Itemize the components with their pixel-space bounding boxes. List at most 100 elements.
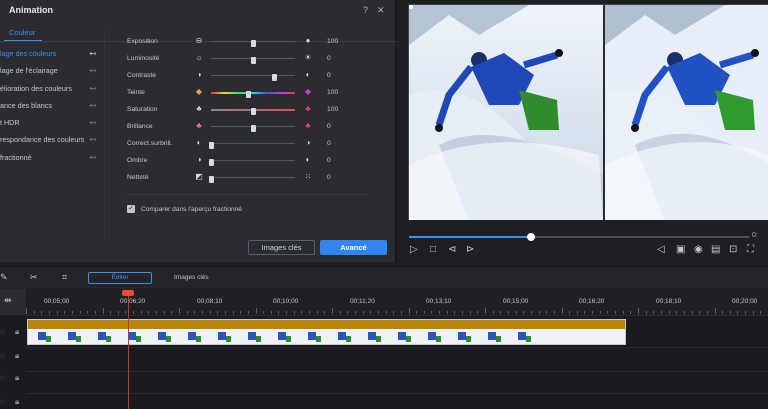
playhead-handle[interactable] [122, 290, 134, 296]
sun-high-icon: ☀ [304, 53, 312, 62]
reset-icon[interactable]: ↤ [89, 131, 96, 148]
subtitle-icon[interactable]: ▤ [711, 245, 720, 255]
slider-track[interactable] [211, 125, 295, 132]
close-icon[interactable]: ✕ [377, 5, 385, 16]
crop-handle[interactable] [409, 217, 413, 220]
reset-icon[interactable]: ↤ [89, 114, 96, 131]
timeline-keyframes-button[interactable]: Images clés [174, 274, 209, 281]
crop-handle[interactable] [409, 5, 413, 9]
category-item[interactable]: lage de l'éclairage ↤ [0, 62, 100, 79]
preview-adjusted [605, 5, 768, 220]
slider-thumb[interactable] [246, 91, 252, 98]
eye-icon[interactable]: ◌ [0, 351, 5, 360]
ruler-tick [630, 311, 632, 314]
scissors-icon[interactable]: ✂ [30, 272, 38, 283]
tab-couleur[interactable]: Couleur [9, 28, 35, 37]
slider-track[interactable] [211, 40, 295, 47]
fit-icon[interactable]: ⊡ [729, 245, 737, 255]
eye-icon[interactable]: ◌ [0, 397, 5, 406]
fullscreen-icon[interactable]: ⛶ [747, 245, 754, 255]
crop-icon[interactable]: ⌗ [62, 272, 67, 283]
clip-effect-bar [28, 320, 625, 329]
category-item[interactable]: respondance des couleurs ↤ [0, 131, 100, 148]
slider-track[interactable] [208, 176, 295, 183]
track-controls: ◌ 🔒︎ [0, 373, 26, 383]
ruler-tick [431, 311, 433, 314]
ruler-tick [324, 311, 326, 314]
category-item[interactable]: ance des blancs ↤ [0, 97, 100, 114]
reset-icon[interactable]: ↤ [89, 149, 96, 166]
slider-value: 0 [327, 72, 331, 79]
highlight-low-icon: ◐ [196, 138, 202, 147]
play-icon[interactable]: ▷ [410, 245, 418, 255]
pencil-icon[interactable]: ✎ [0, 272, 8, 283]
compare-label: Comparer dans l'aperçu fractionné [141, 206, 242, 213]
time-ruler[interactable]: 00;05;00 00;06;20 00;08;10 00;10;00 00;1… [26, 289, 768, 315]
progress-thumb[interactable] [527, 233, 536, 241]
dialog-title: Animation [9, 5, 53, 15]
video-clip[interactable] [27, 319, 626, 345]
ruler-tick [278, 311, 280, 314]
eye-icon[interactable]: ◌ [0, 373, 5, 382]
keyframes-button[interactable]: Images clés [248, 240, 315, 255]
ruler-tick [622, 311, 624, 314]
track-divider [26, 347, 768, 348]
record-icon[interactable]: ◉ [694, 245, 703, 255]
slider-thumb[interactable] [208, 142, 214, 149]
slider-thumb[interactable] [250, 125, 256, 132]
reset-icon[interactable]: ↤ [89, 80, 96, 97]
lock-icon[interactable]: 🔒︎ [15, 327, 19, 336]
edit-button[interactable]: Éditer [88, 272, 152, 284]
prev-frame-icon[interactable]: ⊲ [448, 245, 456, 255]
slider-thumb[interactable] [208, 176, 214, 183]
ruler-tick [729, 311, 731, 314]
reset-icon[interactable]: ↤ [89, 62, 96, 79]
tick-label: 00;05;00 [44, 298, 70, 305]
help-icon[interactable]: ? [363, 5, 368, 15]
slider-track[interactable] [211, 74, 295, 81]
lock-icon[interactable]: 🔒︎ [15, 373, 19, 382]
zoom-fit-control[interactable]: ⇹ [0, 289, 26, 315]
video-preview[interactable] [408, 4, 768, 220]
compare-checkbox[interactable]: ✓ [127, 205, 135, 213]
category-item[interactable]: fractionné ↤ [0, 149, 100, 166]
slider-thumb[interactable] [250, 40, 256, 47]
ruler-tick [293, 311, 295, 314]
lock-icon[interactable]: 🔒︎ [15, 397, 19, 406]
ruler-tick [553, 311, 555, 314]
shadow-high-icon: ◐ [305, 155, 311, 164]
slider-track[interactable] [208, 142, 295, 149]
lock-icon[interactable]: 🔒︎ [15, 351, 19, 360]
advanced-button[interactable]: Avancé [320, 240, 387, 255]
ruler-tick [56, 311, 58, 314]
ruler-tick [347, 311, 349, 314]
stop-icon[interactable]: □ [430, 245, 436, 255]
ruler-tick [194, 311, 196, 314]
slider-thumb[interactable] [271, 74, 277, 81]
snapshot-icon[interactable]: ▣ [676, 245, 685, 255]
ruler-tick [26, 308, 27, 314]
ruler-tick [530, 311, 532, 314]
slider-track[interactable] [211, 108, 295, 115]
ruler-tick [140, 311, 142, 314]
slider-thumb[interactable] [250, 57, 256, 64]
slider-track[interactable] [208, 159, 295, 166]
volume-icon[interactable]: ◁ [657, 245, 665, 255]
next-frame-icon[interactable]: ⊳ [466, 245, 474, 255]
category-item[interactable]: t HDR ↤ [0, 114, 100, 131]
slider-thumb[interactable] [250, 108, 256, 115]
reset-icon[interactable]: ↤ [89, 97, 96, 114]
slider-correct-surbrill: Correct.surbrill. ◐ ◑ 0 [127, 139, 357, 151]
reset-icon[interactable]: ↤ [89, 45, 96, 62]
slider-thumb[interactable] [208, 159, 214, 166]
category-label: lage des couleurs [0, 49, 57, 58]
progress-bar[interactable] [409, 233, 749, 241]
category-item[interactable]: lage des couleurs ↤ [0, 45, 100, 62]
slider-track[interactable] [211, 91, 295, 98]
eye-icon[interactable]: ◌ [0, 327, 5, 336]
ruler-tick [561, 308, 563, 314]
category-item[interactable]: élioration des couleurs ↤ [0, 80, 100, 97]
slider-track[interactable] [211, 57, 295, 64]
skier-image [409, 5, 603, 220]
ruler-tick [668, 311, 670, 314]
